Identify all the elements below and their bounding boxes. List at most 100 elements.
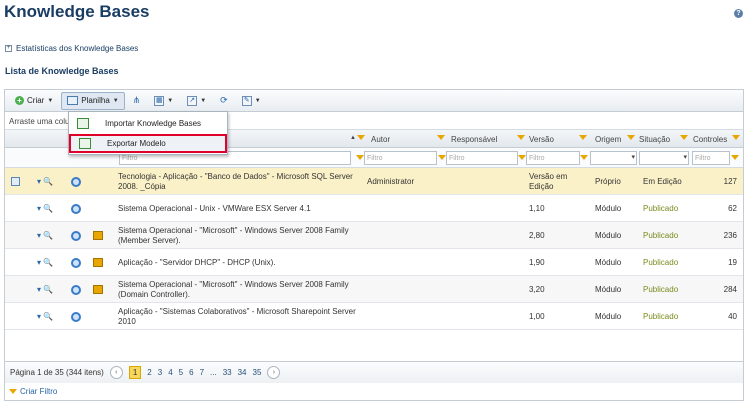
- page-link[interactable]: 34: [238, 368, 247, 377]
- row-origin: Módulo: [595, 204, 622, 213]
- next-page-icon[interactable]: ›: [267, 366, 281, 379]
- page-link[interactable]: 1: [128, 366, 142, 379]
- page-link[interactable]: 4: [168, 368, 172, 377]
- row-situation: Em Edição: [643, 177, 682, 186]
- chevron-down-icon: ▼: [112, 97, 119, 104]
- export-icon: ↗: [187, 95, 198, 106]
- situation-filter-select[interactable]: [639, 151, 689, 165]
- filter-icon[interactable]: [579, 135, 587, 142]
- column-responsible[interactable]: Responsável: [451, 135, 497, 144]
- row-author: Administrator: [367, 177, 415, 186]
- responsible-filter-input[interactable]: Filtro: [446, 151, 518, 165]
- page-link[interactable]: 33: [223, 368, 232, 377]
- filter-icon[interactable]: [437, 135, 445, 142]
- create-button[interactable]: + Criar ▼: [9, 92, 59, 110]
- table-row[interactable]: ▾ 🔍 Sistema Operacional - "Microsoft" - …: [5, 276, 743, 303]
- version-filter-input[interactable]: Filtro: [526, 151, 580, 165]
- row-situation: Publicado: [643, 231, 679, 240]
- refresh-icon: ⟳: [220, 95, 228, 105]
- column-situation[interactable]: Situação: [639, 135, 670, 144]
- page-link[interactable]: 6: [189, 368, 193, 377]
- page-ellipsis[interactable]: ...: [210, 368, 217, 377]
- target-icon[interactable]: [71, 176, 81, 187]
- menu-item-import[interactable]: Importar Knowledge Bases: [69, 114, 227, 133]
- chevron-down-icon: ▼: [167, 97, 174, 104]
- page-link[interactable]: 5: [179, 368, 183, 377]
- filter-icon[interactable]: [356, 155, 364, 162]
- filter-icon[interactable]: [731, 155, 739, 162]
- author-filter-input[interactable]: Filtro: [364, 151, 437, 165]
- row-situation: Publicado: [643, 258, 679, 267]
- menu-item-label: Exportar Modelo: [107, 139, 166, 148]
- expand-search-icon[interactable]: ▾ 🔍: [37, 195, 53, 222]
- filter-icon: [9, 388, 17, 395]
- filter-icon[interactable]: [517, 135, 525, 142]
- row-controls: 127: [723, 177, 737, 186]
- export-button[interactable]: ↗ ▼: [181, 92, 212, 110]
- page-link[interactable]: 7: [200, 368, 204, 377]
- export-icon: [79, 138, 91, 149]
- row-controls: 40: [728, 312, 737, 321]
- refresh-button[interactable]: ⟳: [214, 92, 234, 110]
- spreadsheet-icon: [67, 96, 79, 105]
- target-icon[interactable]: [71, 203, 81, 214]
- target-icon[interactable]: [71, 257, 81, 268]
- hierarchy-icon: ⋔: [132, 95, 141, 105]
- filter-icon[interactable]: [438, 155, 446, 162]
- expand-search-icon[interactable]: ▾ 🔍: [37, 303, 53, 330]
- menu-item-export-template[interactable]: Exportar Modelo: [69, 134, 227, 153]
- sheet-dropdown-menu: Importar Knowledge Bases Exportar Modelo: [68, 111, 228, 155]
- column-origin[interactable]: Origem: [595, 135, 621, 144]
- table-row[interactable]: ▾ 🔍 Aplicação - "Servidor DHCP" - DHCP (…: [5, 249, 743, 276]
- pager: Página 1 de 35 (344 itens) ‹ 1 2 3 4 5 6…: [5, 361, 743, 383]
- edit-button[interactable]: ✎ ▼: [236, 92, 267, 110]
- expand-search-icon[interactable]: ▾ 🔍: [37, 276, 53, 303]
- create-filter-link[interactable]: Criar Filtro: [5, 383, 743, 400]
- row-origin: Módulo: [595, 231, 622, 240]
- filter-icon[interactable]: [580, 155, 588, 162]
- add-icon: +: [15, 96, 24, 105]
- page-link[interactable]: 3: [158, 368, 162, 377]
- create-button-label: Criar: [27, 96, 45, 105]
- row-situation: Publicado: [643, 312, 679, 321]
- help-icon[interactable]: ?: [734, 9, 743, 18]
- sheet-button[interactable]: Planilha ▼: [61, 91, 125, 110]
- target-icon[interactable]: [71, 230, 81, 241]
- table-row[interactable]: ▾ 🔍 Aplicação - "Sistemas Colaborativos"…: [5, 303, 743, 330]
- column-author[interactable]: Autor: [371, 135, 390, 144]
- target-icon[interactable]: [71, 311, 81, 322]
- table-row[interactable]: ▾ 🔍 Tecnologia - Aplicação - "Banco de D…: [5, 168, 743, 195]
- column-version[interactable]: Versão: [529, 135, 554, 144]
- target-icon[interactable]: [71, 284, 81, 295]
- filter-icon[interactable]: [518, 155, 526, 162]
- table-row[interactable]: ▾ 🔍 Sistema Operacional - "Microsoft" - …: [5, 222, 743, 249]
- plus-icon: +: [5, 45, 12, 52]
- filter-icon[interactable]: [680, 135, 688, 142]
- filter-icon[interactable]: [357, 135, 365, 142]
- sort-asc-icon[interactable]: ▲: [350, 135, 356, 141]
- filter-icon[interactable]: [627, 135, 635, 142]
- filter-icon[interactable]: [732, 135, 740, 142]
- page-link[interactable]: 35: [253, 368, 262, 377]
- chevron-down-icon: ▼: [47, 97, 54, 104]
- hierarchy-button[interactable]: ⋔: [127, 92, 147, 110]
- expand-search-icon[interactable]: ▾ 🔍: [37, 168, 53, 195]
- page-link[interactable]: 2: [147, 368, 151, 377]
- controls-filter-input[interactable]: Filtro: [692, 151, 730, 165]
- prev-page-icon[interactable]: ‹: [109, 366, 123, 379]
- columns-button[interactable]: ▦ ▼: [148, 92, 179, 110]
- grid-toolbar: + Criar ▼ Planilha ▼ ⋔ ▦ ▼ ↗ ▼ ⟳ ✎ ▼: [5, 90, 743, 112]
- row-name: Sistema Operacional - "Microsoft" - Wind…: [118, 279, 349, 299]
- row-situation: Publicado: [643, 204, 679, 213]
- row-origin: Módulo: [595, 312, 622, 321]
- list-title: Lista de Knowledge Bases: [5, 66, 119, 76]
- column-controls[interactable]: Controles: [693, 135, 727, 144]
- stats-expander[interactable]: + Estatísticas dos Knowledge Bases: [5, 44, 138, 53]
- expand-search-icon[interactable]: ▾ 🔍: [37, 249, 53, 276]
- origin-filter-select[interactable]: [590, 151, 637, 165]
- row-origin: Próprio: [595, 177, 621, 186]
- stats-link-label: Estatísticas dos Knowledge Bases: [16, 44, 139, 53]
- expand-search-icon[interactable]: ▾ 🔍: [37, 222, 53, 249]
- edit-icon[interactable]: [11, 177, 20, 186]
- table-row[interactable]: ▾ 🔍 Sistema Operacional - Unix - VMWare …: [5, 195, 743, 222]
